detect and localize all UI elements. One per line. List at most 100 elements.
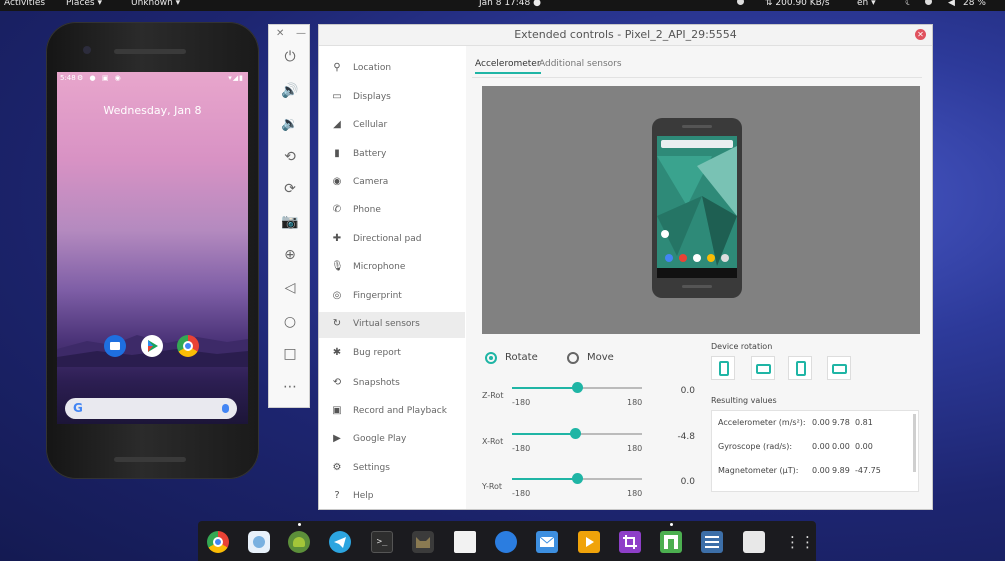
crop-tool-dock-icon[interactable] (619, 531, 641, 553)
xrot-max: 180 (627, 444, 643, 453)
yrot-max: 180 (627, 489, 643, 498)
sidebar-item-bug-report[interactable]: ✱ Bug report (319, 341, 465, 367)
results-scrollbar[interactable] (913, 414, 916, 472)
rotate-landscape-button[interactable] (751, 356, 775, 380)
files-dock-icon[interactable] (454, 531, 476, 553)
media-player-dock-icon[interactable] (578, 531, 600, 553)
assistant-icon[interactable] (222, 404, 229, 413)
rotate-reverse-landscape-button[interactable] (827, 356, 851, 380)
app-grid-icon[interactable]: ⋮⋮ (785, 531, 815, 553)
sidebar-item-cellular[interactable]: ◢ Cellular (319, 113, 465, 139)
accelerometer-x: 0.00 (812, 418, 830, 427)
rotate-radio-dot (485, 352, 497, 364)
volume-down-icon[interactable]: 🔉 (277, 113, 303, 135)
chrome-dock-icon[interactable] (207, 531, 229, 553)
sidebar-item-google-play[interactable]: ▶ Google Play (319, 427, 465, 453)
volume-up-icon[interactable]: 🔊 (277, 80, 303, 102)
sidebar-item-record-and-playback[interactable]: ▣ Record and Playback (319, 399, 465, 425)
app-window-dock-icon[interactable] (660, 531, 682, 553)
yrot-value: 0.0 (680, 477, 695, 487)
extended-controls-window: Extended controls - Pixel_2_API_29:5554 … (318, 24, 933, 510)
close-emulator-button[interactable]: ✕ (276, 28, 284, 39)
phone-screen[interactable]: 5:48 ⚙ ● ▣ ◉ ▾◢▮ Wednesday, Jan 8 G ◀ (57, 72, 248, 424)
camera-icon: ◉ (332, 176, 342, 187)
xrot-value: -4.8 (677, 432, 695, 442)
zrot-slider[interactable] (512, 382, 642, 393)
terminal-dock-icon[interactable]: >_ (371, 531, 393, 553)
sidebar-item-phone[interactable]: ✆ Phone (319, 198, 465, 224)
trash-dock-icon[interactable] (743, 531, 765, 553)
sidebar-item-location[interactable]: ⚲ Location (319, 56, 465, 82)
sidebar-item-microphone[interactable]: 🎙 Microphone (319, 255, 465, 281)
magnetometer-values: Magnetometer (µT): 0.00 9.89 -47.75 (718, 466, 881, 475)
tab-accelerometer[interactable]: Accelerometer (475, 59, 541, 74)
gyroscope-z: 0.00 (855, 442, 873, 451)
power-icon[interactable]: ⏻ (277, 46, 303, 68)
zoom-icon[interactable]: ⊕ (277, 244, 303, 266)
sidebar-item-help[interactable]: ? Help (319, 484, 465, 510)
more-icon[interactable]: ⋯ (277, 376, 303, 398)
device-preview[interactable] (482, 86, 920, 334)
language-menu[interactable]: en ▾ (857, 0, 876, 8)
overview-icon[interactable]: □ (277, 343, 303, 365)
lockscreen-date: Wednesday, Jan 8 (103, 104, 202, 117)
tab-divider (472, 77, 922, 78)
sidebar-item-snapshots[interactable]: ⟲ Snapshots (319, 371, 465, 397)
telegram-dock-icon[interactable] (329, 531, 351, 553)
sidebar-item-settings[interactable]: ⚙ Settings (319, 456, 465, 482)
rotate-portrait-button[interactable] (711, 356, 735, 380)
reverse-portrait-icon (796, 361, 806, 376)
app-menu[interactable]: Unknown ▾ (131, 0, 180, 8)
top-speaker (114, 49, 186, 54)
camera-icon[interactable]: 📷 (277, 211, 303, 233)
messages-app-icon[interactable] (104, 335, 126, 357)
sidebar-item-battery[interactable]: ▮ Battery (319, 142, 465, 168)
display-icon: ▭ (332, 91, 342, 102)
slider-thumb[interactable] (572, 382, 583, 393)
sidebar-item-displays[interactable]: ▭ Displays (319, 85, 465, 111)
sidebar-item-label: Google Play (353, 434, 407, 444)
front-camera (83, 46, 91, 54)
gyroscope-label: Gyroscope (rad/s): (718, 442, 793, 451)
sidebar: ⚲ Location ▭ Displays ◢ Cellular ▮ Battery ◉ Came… (319, 46, 465, 509)
back-icon[interactable]: ◁ (277, 277, 303, 299)
tab-additional-sensors[interactable]: Additional sensors (539, 59, 622, 69)
play-store-app-icon[interactable] (141, 335, 163, 357)
magnetometer-label: Magnetometer (µT): (718, 466, 799, 475)
snapshot-icon: ⟲ (332, 377, 342, 388)
settings-dock-icon[interactable] (701, 531, 723, 553)
mail-dock-icon[interactable] (536, 531, 558, 553)
battery-status[interactable]: 28 % (963, 0, 986, 8)
rotate-left-icon[interactable]: ⟲ (277, 146, 303, 168)
slider-fill (512, 433, 576, 435)
sidebar-item-label: Location (353, 63, 392, 73)
home-icon[interactable]: ○ (277, 311, 303, 333)
google-play-icon: ▶ (333, 433, 341, 444)
bug-icon: ✱ (332, 347, 342, 358)
rotate-right-icon[interactable]: ⟳ (277, 178, 303, 200)
xrot-slider[interactable] (512, 428, 642, 439)
clock[interactable]: Jan 8 17:48 ● (479, 0, 541, 8)
slider-thumb[interactable] (570, 428, 582, 439)
android-studio-dock-icon[interactable] (288, 531, 310, 553)
browser-dock-icon[interactable] (495, 531, 517, 553)
sidebar-item-virtual-sensors[interactable]: ↻ Virtual sensors (319, 312, 465, 338)
yrot-slider[interactable] (512, 473, 642, 484)
device-rotation-title: Device rotation (711, 342, 773, 351)
window-close-button[interactable]: ✕ (915, 29, 926, 40)
sidebar-item-camera[interactable]: ◉ Camera (319, 170, 465, 196)
minimize-emulator-button[interactable]: — (296, 28, 306, 39)
chrome-app-icon[interactable] (177, 335, 199, 357)
app-dock-icon[interactable] (248, 531, 270, 553)
gear-icon: ⚙ (332, 462, 342, 473)
slider-thumb[interactable] (572, 473, 583, 484)
places-menu[interactable]: Places ▾ (66, 0, 102, 8)
sidebar-item-fingerprint[interactable]: ◎ Fingerprint (319, 284, 465, 310)
google-search-bar[interactable]: G (65, 398, 237, 419)
rotate-reverse-portrait-button[interactable] (788, 356, 812, 380)
cat-app-dock-icon[interactable] (412, 531, 434, 553)
sidebar-item-directional-pad[interactable]: ✚ Directional pad (319, 227, 465, 253)
sidebar-item-label: Snapshots (353, 378, 400, 388)
sidebar-item-label: Displays (353, 92, 391, 102)
activities-button[interactable]: Activities (4, 0, 45, 8)
